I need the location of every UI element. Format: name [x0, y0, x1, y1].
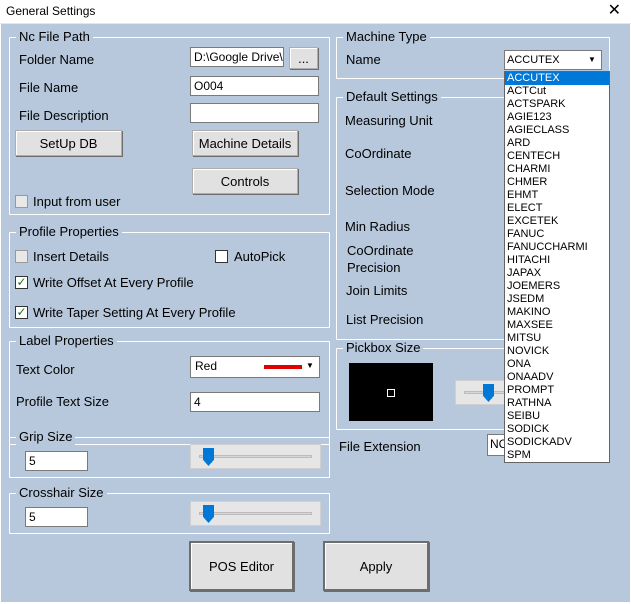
grip-size-slider-thumb[interactable] — [203, 448, 214, 466]
crosshair-size-slider[interactable] — [190, 501, 321, 526]
window-title: General Settings — [6, 4, 96, 18]
dropdown-option[interactable]: MAKINO — [505, 306, 609, 319]
write-offset-checkbox[interactable]: ✓ — [15, 276, 28, 289]
write-offset-label: Write Offset At Every Profile — [33, 275, 194, 290]
pickbox-preview — [349, 363, 433, 421]
dropdown-option[interactable]: FANUC — [505, 228, 609, 241]
insert-details-label: Insert Details — [33, 249, 109, 264]
dropdown-option[interactable]: ONAADV — [505, 371, 609, 384]
text-color-label: Text Color — [16, 362, 75, 377]
measuring-unit-label: Measuring Unit — [345, 113, 433, 128]
title-bar: General Settings ✕ — [0, 0, 631, 24]
coordinate-precision-label-1: CoOrdinate — [347, 243, 414, 258]
close-icon[interactable]: ✕ — [608, 2, 621, 20]
crosshair-size-slider-rail — [199, 511, 312, 515]
dropdown-option[interactable]: EXCETEK — [505, 215, 609, 228]
pickbox-size-slider[interactable] — [455, 380, 507, 405]
join-limits-label: Join Limits — [346, 283, 408, 298]
folder-name-label: Folder Name — [19, 52, 95, 67]
dropdown-option[interactable]: NOVICK — [505, 345, 609, 358]
write-taper-checkbox[interactable]: ✓ — [15, 306, 28, 319]
apply-button[interactable]: Apply — [323, 541, 429, 591]
dropdown-option[interactable]: AGIECLASS — [505, 124, 609, 137]
grip-size-field[interactable]: 5 — [25, 451, 88, 471]
text-color-combo[interactable]: Red ▼ — [190, 356, 320, 378]
min-radius-label: Min Radius — [345, 219, 411, 234]
dropdown-option[interactable]: AGIE123 — [505, 111, 609, 124]
chevron-down-icon[interactable]: ▼ — [585, 53, 599, 67]
machine-details-button[interactable]: Machine Details — [192, 130, 298, 156]
dropdown-option[interactable]: CENTECH — [505, 150, 609, 163]
write-taper-label: Write Taper Setting At Every Profile — [33, 305, 236, 320]
insert-details-checkbox[interactable] — [15, 250, 28, 263]
dropdown-option[interactable]: JOEMERS — [505, 280, 609, 293]
pickbox-square-icon — [387, 389, 395, 397]
crosshair-size-slider-thumb[interactable] — [203, 505, 214, 523]
input-from-user-checkbox[interactable] — [15, 195, 28, 208]
dropdown-option[interactable]: CHARMI — [505, 163, 609, 176]
selection-mode-label: Selection Mode — [345, 183, 435, 198]
dropdown-option[interactable]: ACTSPARK — [505, 98, 609, 111]
file-description-field[interactable] — [190, 103, 319, 123]
dropdown-option[interactable]: MAXSEE — [505, 319, 609, 332]
text-color-value: Red — [195, 359, 218, 373]
profile-properties-title: Profile Properties — [16, 224, 122, 240]
color-swatch — [264, 365, 302, 369]
dropdown-option[interactable]: SODICK — [505, 423, 609, 436]
machine-name-dropdown-list[interactable]: ACCUTEX ACTCut ACTSPARK AGIE123 AGIECLASS ARD… — [504, 71, 610, 463]
crosshair-size-field[interactable]: 5 — [25, 507, 88, 527]
coordinate-precision-label-2: Precision — [347, 260, 401, 275]
dropdown-option[interactable]: SODICKADV — [505, 436, 609, 449]
machine-type-title: Machine Type — [343, 29, 430, 45]
pickbox-slider-thumb[interactable] — [483, 384, 494, 402]
dropdown-option[interactable]: JAPAX — [505, 267, 609, 280]
profile-text-size-field[interactable]: 4 — [190, 392, 320, 412]
dropdown-option[interactable]: ELECT — [505, 202, 609, 215]
file-name-field[interactable]: O004 — [190, 76, 319, 96]
dropdown-option[interactable]: SEIBU — [505, 410, 609, 423]
dropdown-option[interactable]: FANUCCHARMI — [505, 241, 609, 254]
file-name-label: File Name — [19, 80, 79, 95]
machine-name-combo[interactable]: ACCUTEX ▼ — [504, 50, 602, 70]
crosshair-size-title: Crosshair Size — [16, 485, 107, 501]
pickbox-size-title: Pickbox Size — [343, 340, 424, 356]
chevron-down-icon[interactable]: ▼ — [303, 359, 317, 373]
browse-folder-button[interactable]: ... — [289, 47, 318, 69]
dropdown-option[interactable]: HITACHI — [505, 254, 609, 267]
autopick-label: AutoPick — [234, 249, 286, 264]
dropdown-option[interactable]: MITSU — [505, 332, 609, 345]
controls-button[interactable]: Controls — [192, 168, 298, 194]
dropdown-option[interactable]: ACTCut — [505, 85, 609, 98]
dropdown-option[interactable]: JSEDM — [505, 293, 609, 306]
file-extension-label: File Extension — [339, 439, 421, 454]
coordinate-label: CoOrdinate — [345, 146, 412, 161]
machine-name-value: ACCUTEX — [507, 54, 560, 66]
nc-file-path-title: Nc File Path — [16, 29, 93, 45]
pos-editor-button[interactable]: POS Editor — [189, 541, 294, 591]
dropdown-option[interactable]: ACCUTEX — [505, 72, 609, 85]
dropdown-option[interactable]: CHMER — [505, 176, 609, 189]
list-precision-label: List Precision — [346, 312, 424, 327]
grip-size-title: Grip Size — [16, 429, 76, 445]
dropdown-option[interactable]: SPM — [505, 449, 609, 462]
autopick-checkbox[interactable] — [215, 250, 228, 263]
dropdown-option[interactable]: PROMPT — [505, 384, 609, 397]
file-description-label: File Description — [19, 108, 109, 123]
dropdown-option[interactable]: ONA — [505, 358, 609, 371]
settings-client-area: Nc File Path Folder Name D:\Google Drive… — [1, 24, 630, 602]
input-from-user-label: Input from user — [33, 194, 121, 209]
machine-name-label: Name — [346, 52, 381, 67]
dropdown-option[interactable]: RATHNA — [505, 397, 609, 410]
label-properties-title: Label Properties — [16, 333, 117, 349]
grip-size-slider-rail — [199, 454, 312, 458]
default-settings-title: Default Settings — [343, 89, 441, 105]
folder-name-field[interactable]: D:\Google Drive\S — [190, 47, 284, 67]
setup-db-button[interactable]: SetUp DB — [15, 130, 122, 156]
dropdown-option[interactable]: EHMT — [505, 189, 609, 202]
dropdown-option[interactable]: ARD — [505, 137, 609, 150]
profile-text-size-label: Profile Text Size — [16, 394, 109, 409]
grip-size-slider[interactable] — [190, 444, 321, 469]
